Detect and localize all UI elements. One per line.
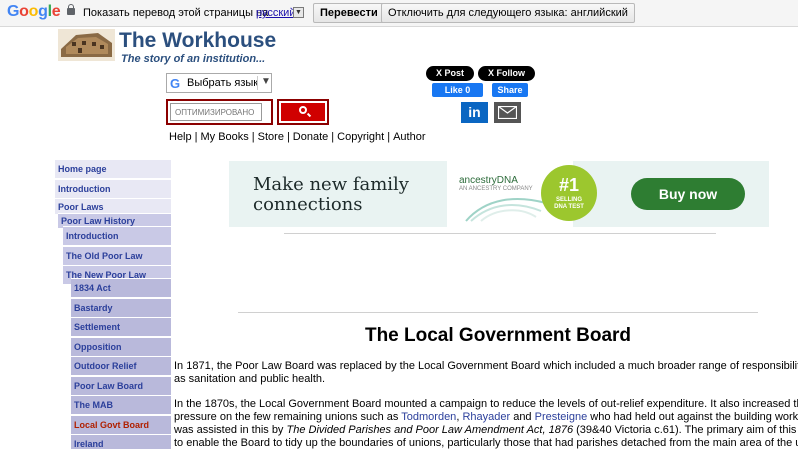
top-links: Help | My Books | Store | Donate | Copyright | Aut… [169, 131, 426, 143]
text-span: and [510, 411, 535, 423]
target-language-link[interactable]: русский [256, 7, 295, 19]
search-input[interactable] [170, 103, 262, 121]
dna-leaf-graphic [465, 198, 547, 222]
buy-now-button[interactable]: Buy now [631, 178, 745, 210]
divider [284, 233, 716, 234]
sidebar-item-outdoor-relief[interactable]: Outdoor Relief [71, 356, 171, 375]
sidebar-item-old-poor-law[interactable]: The Old Poor Law [63, 246, 171, 265]
ad-badge: #1 SELLING DNA TEST [541, 165, 597, 221]
text-span: pressure on the few remaining unions suc… [174, 411, 402, 423]
ad-headline: Make new family connections [253, 175, 409, 215]
ad-headline-line2: connections [253, 194, 363, 215]
translate-button[interactable]: Перевести [313, 3, 385, 23]
paragraph-1-line-2: as sanitation and public health. [174, 373, 326, 385]
ad-headline-line1: Make new family [253, 174, 409, 195]
facebook-like-button[interactable]: Like 0 [432, 83, 483, 97]
paragraph-2-line-1: In the 1870s, the Local Government Board… [174, 398, 798, 410]
sidebar-item-introduction[interactable]: Introduction [55, 179, 171, 198]
paragraph-2: In the 1870s, the Local Government Board… [174, 398, 798, 449]
paragraph-2-line-4: to enable the Board to tidy up the bound… [174, 437, 798, 449]
x-post-button[interactable]: X Post [426, 66, 474, 81]
translate-prompt: Показать перевод этой страницы на [83, 7, 269, 19]
act-title: The Divided Parishes and Poor Law Amendm… [286, 424, 574, 436]
ancestry-logo: ancestryDNA AN ANCESTRY COMPANY [459, 175, 533, 192]
sidebar-item-poor-laws[interactable]: Poor Laws [55, 198, 171, 214]
sidebar-item-bastardy[interactable]: Bastardy [71, 298, 171, 317]
sidebar-nav: Home page Introduction Poor Laws Poor La… [55, 159, 171, 449]
never-translate-button[interactable]: Отключить для следующего языка: английск… [381, 3, 635, 23]
paragraph-2-line-2: pressure on the few remaining unions suc… [174, 411, 798, 424]
copyright-link[interactable]: Copyright [337, 131, 384, 143]
facebook-share-button[interactable]: Share [492, 83, 528, 97]
chevron-down-icon: ▼ [257, 76, 271, 90]
divider [238, 312, 758, 313]
help-link[interactable]: Help [169, 131, 192, 143]
sidebar-item-1834-act[interactable]: 1834 Act [71, 278, 171, 297]
google-logo: Google [7, 3, 61, 20]
search-button[interactable] [277, 99, 329, 125]
text-span: was assisted in this by [174, 424, 287, 436]
ad-brand-name: ancestryDNA [459, 175, 518, 186]
lock-icon [67, 4, 75, 17]
sidebar-item-local-govt-board[interactable]: Local Govt Board [71, 415, 171, 434]
author-link[interactable]: Author [393, 131, 425, 143]
language-select[interactable]: G Выбрать язык ▼ [166, 73, 272, 93]
sidebar-item-opposition[interactable]: Opposition [71, 337, 171, 356]
linkedin-icon[interactable]: in [461, 102, 488, 123]
todmorden-link[interactable]: Todmorden [401, 411, 456, 423]
site-tagline: The story of an institution... [121, 53, 266, 65]
paragraph-1: In 1871, the Poor Law Board was replaced… [174, 360, 798, 386]
google-g-icon: G [170, 76, 181, 91]
page-title: The Local Government Board [364, 325, 632, 346]
paragraph-2-line-3: was assisted in this by The Divided Pari… [174, 424, 798, 437]
store-link[interactable]: Store [258, 131, 284, 143]
my-books-link[interactable]: My Books [200, 131, 248, 143]
rhayader-link[interactable]: Rhayader [462, 411, 510, 423]
sidebar-item-home[interactable]: Home page [55, 159, 171, 178]
translate-bar: Google Показать перевод этой страницы на… [0, 0, 798, 27]
presteigne-link[interactable]: Presteigne [535, 411, 588, 423]
text-span: who had held out against the building wo… [590, 411, 798, 423]
ad-badge-text1: SELLING [555, 197, 582, 203]
paragraph-1-line-1: In 1871, the Poor Law Board was replaced… [174, 360, 798, 372]
language-dropdown-icon[interactable]: ▼ [293, 7, 304, 18]
workhouse-logo[interactable] [58, 29, 115, 61]
donate-link[interactable]: Donate [293, 131, 328, 143]
x-follow-button[interactable]: X Follow [478, 66, 535, 81]
text-span: (39&40 Victoria c.61). The primary aim o… [576, 424, 798, 436]
sidebar-item-settlement[interactable]: Settlement [71, 317, 171, 336]
site-title[interactable]: The Workhouse [119, 29, 276, 53]
email-icon[interactable] [494, 102, 521, 123]
sidebar-item-ireland[interactable]: Ireland [71, 434, 171, 449]
search-icon [299, 106, 307, 114]
ad-brand-sub: AN ANCESTRY COMPANY [459, 186, 533, 192]
ad-badge-text2: DNA TEST [554, 204, 584, 210]
search-box [166, 99, 273, 125]
sidebar-item-poor-law-board[interactable]: Poor Law Board [71, 376, 171, 395]
sidebar-item-mab[interactable]: The MAB [71, 395, 171, 414]
sidebar-item-history-introduction[interactable]: Introduction [63, 226, 171, 245]
language-select-label: Выбрать язык [187, 77, 259, 89]
ad-badge-number: #1 [558, 175, 580, 195]
ancestry-ad-banner[interactable]: Make new family connections ancestryDNA … [229, 161, 769, 227]
